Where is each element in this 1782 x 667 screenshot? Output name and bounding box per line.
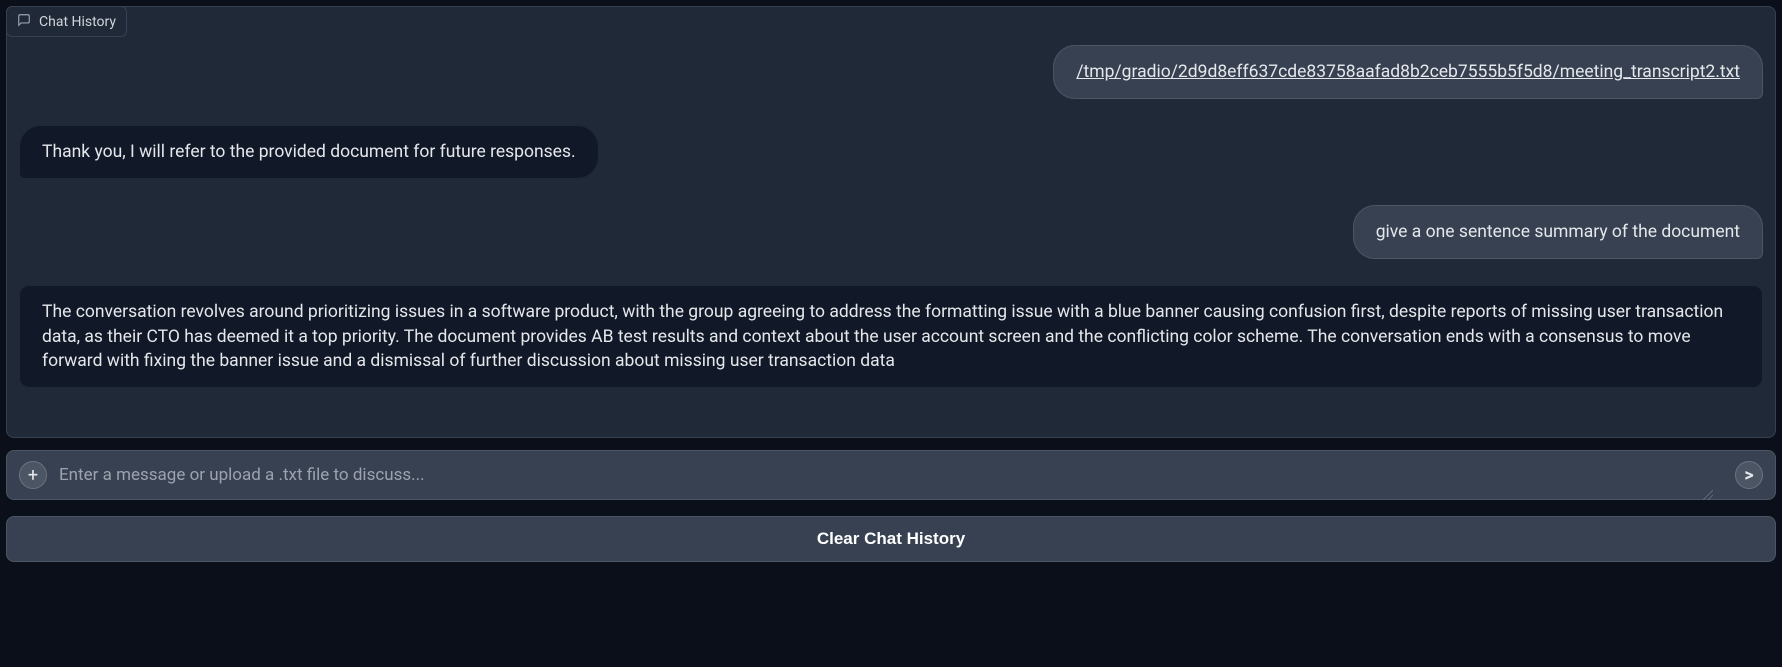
chat-container: Chat History /tmp/gradio/2d9d8eff637cde8… <box>6 6 1776 438</box>
bot-message-wide: The conversation revolves around priorit… <box>19 285 1763 387</box>
messages-area: /tmp/gradio/2d9d8eff637cde83758aafad8b2c… <box>7 7 1775 400</box>
clear-chat-label: Clear Chat History <box>817 529 965 548</box>
message-input[interactable] <box>59 465 1723 485</box>
chat-icon <box>17 12 31 31</box>
input-bar: + > <box>6 450 1776 500</box>
user-file-message: /tmp/gradio/2d9d8eff637cde83758aafad8b2c… <box>1053 45 1763 99</box>
send-icon: > <box>1744 465 1753 486</box>
message-row-user-file: /tmp/gradio/2d9d8eff637cde83758aafad8b2c… <box>19 45 1763 99</box>
bot-message: Thank you, I will refer to the provided … <box>19 125 599 179</box>
file-link[interactable]: /tmp/gradio/2d9d8eff637cde83758aafad8b2c… <box>1076 62 1740 82</box>
message-row-user: give a one sentence summary of the docum… <box>19 205 1763 259</box>
send-button[interactable]: > <box>1735 461 1763 489</box>
chat-header-label: Chat History <box>39 14 116 30</box>
user-message: give a one sentence summary of the docum… <box>1353 205 1763 259</box>
message-row-bot-wide: The conversation revolves around priorit… <box>19 285 1763 387</box>
resize-handle-icon[interactable] <box>1701 485 1713 497</box>
chat-header-tab: Chat History <box>6 6 127 37</box>
clear-chat-button[interactable]: Clear Chat History <box>6 516 1776 562</box>
plus-icon: + <box>28 465 38 486</box>
add-button[interactable]: + <box>19 461 47 489</box>
message-row-bot: Thank you, I will refer to the provided … <box>19 125 1763 179</box>
